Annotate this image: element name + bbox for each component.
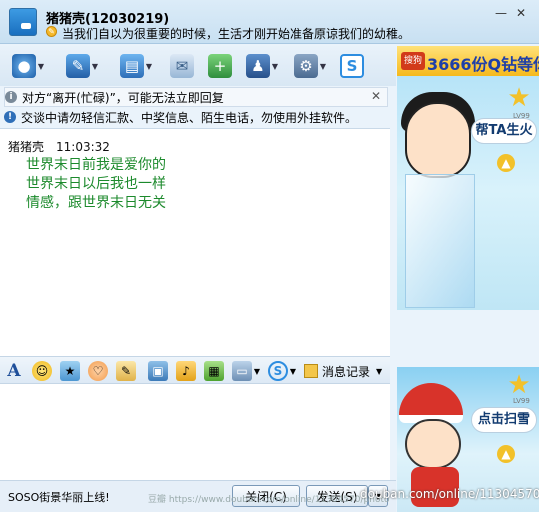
add-app-icon: + <box>208 54 232 78</box>
emoji-icon[interactable]: ☺ <box>32 361 52 381</box>
soso-button[interactable]: S <box>340 53 364 79</box>
settings-icon: ⚙ <box>294 54 318 78</box>
chevron-down-icon[interactable]: ▼ <box>36 62 46 71</box>
email-icon: ✉ <box>170 54 194 78</box>
close-window-icon[interactable]: ✕ <box>514 6 528 20</box>
remote-assist-button[interactable]: ♟ ▼ <box>246 53 280 79</box>
chevron-down-icon[interactable]: ▼ <box>90 62 100 71</box>
sweep-snow-bubble[interactable]: 点击扫雪 <box>471 407 537 433</box>
message-sender: 猪猪壳 <box>8 140 45 154</box>
away-notice: i 对方“离开(忙碌)”，可能无法立即回复 ✕ <box>4 87 388 107</box>
character-face <box>405 102 471 178</box>
help-fire-bubble[interactable]: 帮TA生火 <box>471 118 537 144</box>
shield-icon: ! <box>4 111 16 123</box>
chevron-down-icon[interactable]: ▼ <box>252 361 262 381</box>
ad-banner-text: 3666份Q钻等你赢 <box>427 55 539 74</box>
arrow-up-icon: ▲ <box>497 445 515 463</box>
font-icon[interactable]: A <box>4 361 24 381</box>
message-line: 世界末日前我是爱你的 <box>26 157 166 173</box>
file-transfer-button[interactable]: ▤ ▼ <box>120 53 154 79</box>
chevron-down-icon[interactable]: ▼ <box>318 62 328 71</box>
ad-panel-top[interactable]: 搜狗 3666份Q钻等你赢 ★ LV99 帮TA生火 ▲ <box>397 46 539 310</box>
settings-button[interactable]: ⚙ ▼ <box>294 53 328 79</box>
add-app-button[interactable]: + <box>208 53 232 79</box>
file-transfer-icon: ▤ <box>120 54 144 78</box>
message-header: 猪猪壳 11:03:32 <box>8 138 110 155</box>
remote-assist-icon: ♟ <box>246 54 270 78</box>
safety-notice-text: 交谈中请勿轻信汇款、中奖信息、陌生电话，勿使用外挂软件。 <box>21 110 358 125</box>
away-notice-text: 对方“离开(忙碌)”，可能无法立即回复 <box>22 90 224 105</box>
message-history[interactable]: 猪猪壳 11:03:32 世界末日前我是爱你的 世界末日以后我也一样 情感，跟世界… <box>0 128 390 356</box>
soso-icon: S <box>340 54 364 78</box>
main-toolbar: ● ▼ ✎ ▼ ▤ ▼ ✉ + ♟ ▼ ⚙ ▼ S <box>0 46 396 86</box>
character-face <box>405 419 461 469</box>
soso-icon[interactable]: S <box>268 361 288 381</box>
star-icon: ★ <box>507 83 531 113</box>
watermark: 豆瓣 https://www.douban.com/online/1130457… <box>148 495 390 505</box>
format-toolbar: A ☺ ★ ♡ ✎ ▣ ♪ ▦ ▭ ▼ S ▼ 消息记录 ▼ <box>0 356 390 384</box>
message-line: 世界末日以后我也一样 <box>26 176 166 192</box>
gift-icon[interactable]: ▦ <box>204 361 224 381</box>
safety-notice: ! 交谈中请勿轻信汇款、中奖信息、陌生电话，勿使用外挂软件。 <box>4 107 388 127</box>
shake-icon[interactable]: ♡ <box>88 361 108 381</box>
history-label: 消息记录 <box>322 364 371 379</box>
level-badge: LV99 <box>513 397 530 405</box>
chevron-down-icon[interactable]: ▼ <box>270 62 280 71</box>
contact-signature: 当我们自以为很重要的时候，生活才刚开始准备原谅我们的幼稚。 <box>62 27 411 41</box>
sogou-logo: 搜狗 <box>401 52 425 70</box>
message-time: 11:03:32 <box>56 140 110 154</box>
message-history-button[interactable]: 消息记录 ▼ <box>304 361 382 381</box>
chevron-down-icon[interactable]: ▼ <box>144 62 154 71</box>
close-notice-icon[interactable]: ✕ <box>371 89 381 103</box>
ad-banner[interactable]: 搜狗 3666份Q钻等你赢 <box>397 46 539 76</box>
chevron-down-icon[interactable]: ▼ <box>288 361 298 381</box>
soso-promo-link[interactable]: SOSO街景华丽上线! <box>8 489 110 505</box>
chevron-down-icon[interactable]: ▼ <box>376 367 382 376</box>
character-hat <box>399 383 463 423</box>
magic-emoji-icon[interactable]: ★ <box>60 361 80 381</box>
screenshot-icon[interactable]: ▭ <box>232 361 252 381</box>
ice-block <box>405 174 475 308</box>
video-icon: ● <box>12 54 36 78</box>
message-line: 情感，跟世界末日无关 <box>26 195 166 211</box>
history-icon <box>304 364 318 378</box>
title-bar: 猪猪壳(12030219) ✎ 当我们自以为很重要的时候，生活才刚开始准备原谅我… <box>0 0 539 44</box>
voice-chat-button[interactable]: ✎ ▼ <box>66 53 100 79</box>
email-button[interactable]: ✉ <box>170 53 194 79</box>
message-input[interactable] <box>0 384 390 480</box>
voice-icon: ✎ <box>66 54 90 78</box>
doodle-icon[interactable]: ✎ <box>116 361 136 381</box>
music-icon[interactable]: ♪ <box>176 361 196 381</box>
arrow-up-icon: ▲ <box>497 154 515 172</box>
info-icon: i <box>5 91 17 103</box>
video-chat-button[interactable]: ● ▼ <box>12 53 46 79</box>
minimize-icon[interactable]: — <box>494 6 508 20</box>
signature-icon: ✎ <box>46 26 57 37</box>
watermark: douban.com/online/11304570/ <box>360 487 539 501</box>
avatar[interactable] <box>9 8 37 36</box>
star-icon: ★ <box>507 370 531 400</box>
image-icon[interactable]: ▣ <box>148 361 168 381</box>
